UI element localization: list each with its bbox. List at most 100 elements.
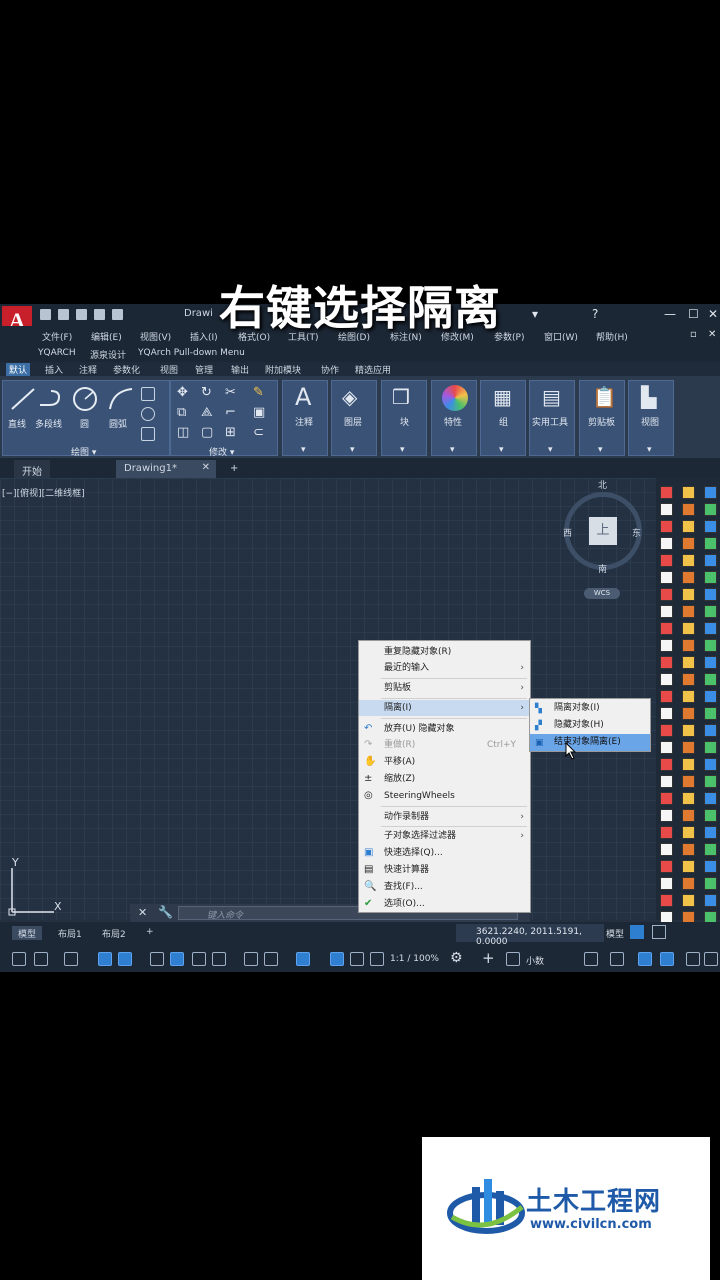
yqarch-tool-icon[interactable] [660, 843, 673, 856]
yqarch-tool-icon[interactable] [682, 741, 695, 754]
yqarch-tool-icon[interactable] [682, 571, 695, 584]
tab-output[interactable]: 输出 [228, 363, 252, 376]
viewcube-north[interactable]: 北 [598, 478, 607, 491]
yqarch-tool-icon[interactable] [682, 826, 695, 839]
yqarch-tool-icon[interactable] [704, 656, 717, 669]
yqarch-tool-icon[interactable] [704, 724, 717, 737]
explode-icon[interactable]: ▣ [253, 405, 265, 420]
submenu-item-isolate-objects[interactable]: ▚ 隔离对象(I) [530, 700, 650, 717]
menu-yqarch-pulldown[interactable]: YQArch Pull-down Menu [138, 348, 245, 358]
units-dropdown[interactable]: 小数 [526, 954, 544, 967]
ortho-icon[interactable] [64, 952, 78, 966]
coordinates-box[interactable]: 3621.2240, 2011.5191, 0.0000 [456, 924, 604, 947]
ellipse-icon[interactable] [141, 407, 155, 421]
yqarch-tool-icon[interactable] [682, 656, 695, 669]
lock-ui-icon[interactable] [610, 952, 624, 966]
transparency-icon[interactable] [212, 952, 226, 966]
yqarch-tool-icon[interactable] [660, 826, 673, 839]
yqarch-tool-icon[interactable] [682, 486, 695, 499]
scale-icon[interactable]: ▢ [201, 425, 213, 440]
yqarch-tool-icon[interactable] [682, 605, 695, 618]
viewcube-west[interactable]: 西 [563, 526, 572, 539]
yqarch-tool-icon[interactable] [682, 860, 695, 873]
yqarch-tool-icon[interactable] [704, 639, 717, 652]
yqarch-tool-icon[interactable] [704, 860, 717, 873]
view-panel[interactable]: ▙ 视图 ▾ [628, 380, 674, 456]
viewport-controls[interactable]: [−][俯视][二维线框] [2, 486, 85, 499]
clipboard-panel[interactable]: 📋 剪贴板 ▾ [579, 380, 625, 456]
yqarch-tool-icon[interactable] [704, 809, 717, 822]
scale-dropdown[interactable]: 1:1 / 100% [390, 954, 439, 964]
properties-panel[interactable]: 特性 ▾ [431, 380, 477, 456]
yqarch-tool-icon[interactable] [704, 571, 717, 584]
yqarch-tool-icon[interactable] [660, 741, 673, 754]
dynamic-ucs-icon[interactable] [296, 952, 310, 966]
tab-drawing1[interactable]: Drawing1* ✕ [116, 460, 216, 478]
yqarch-tool-icon[interactable] [682, 537, 695, 550]
tab-addins[interactable]: 附加模块 [262, 363, 304, 376]
infer-constraints-icon[interactable] [12, 952, 26, 966]
object-snap-tracking-icon[interactable] [150, 952, 164, 966]
yqarch-tool-icon[interactable] [682, 724, 695, 737]
viewcube-top-face[interactable]: 上 [589, 517, 617, 545]
yqarch-tool-icon[interactable] [682, 690, 695, 703]
yqarch-tool-icon[interactable] [660, 503, 673, 516]
menu-item-steeringwheels[interactable]: ◎ SteeringWheels [359, 788, 530, 804]
menu-item-isolate[interactable]: 隔离(I) › [359, 700, 530, 716]
gear-icon[interactable]: ⚙ [450, 950, 463, 966]
yqarch-tool-icon[interactable] [704, 741, 717, 754]
modify-panel-label[interactable]: 修改 ▾ [209, 445, 234, 458]
mirror-icon[interactable]: ⟁ [201, 405, 213, 420]
layout-tab-model[interactable]: 模型 [12, 926, 43, 940]
rectangle-icon[interactable] [141, 387, 155, 401]
isolate-objects-icon[interactable] [638, 952, 652, 966]
layers-panel[interactable]: ◈ 图层 ▾ [331, 380, 377, 456]
menu-item-recent-input[interactable]: 最近的输入 › [359, 660, 530, 676]
menu-item-repeat-hide[interactable]: 重复隐藏对象(R) [359, 644, 530, 660]
yqarch-tool-icon[interactable] [704, 690, 717, 703]
menu-item-options[interactable]: ✔ 选项(O)... [359, 896, 530, 912]
yqarch-tool-icon[interactable] [660, 520, 673, 533]
yqarch-tool-icon[interactable] [704, 554, 717, 567]
close-command-icon[interactable]: ✕ [138, 906, 147, 919]
viewcube-south[interactable]: 南 [598, 562, 607, 575]
viewcube-east[interactable]: 东 [632, 526, 641, 539]
wcs-menu[interactable]: WCS [584, 588, 620, 599]
menu-item-action-recorder[interactable]: 动作录制器 › [359, 809, 530, 825]
layout-tab-1[interactable]: 布局1 [52, 926, 88, 940]
quick-properties-icon[interactable] [584, 952, 598, 966]
group-panel[interactable]: ▦ 组 ▾ [480, 380, 526, 456]
yqarch-tool-icon[interactable] [682, 673, 695, 686]
tab-manage[interactable]: 管理 [192, 363, 216, 376]
tab-featured-apps[interactable]: 精选应用 [352, 363, 394, 376]
yqarch-tool-icon[interactable] [682, 503, 695, 516]
yqarch-tool-icon[interactable] [660, 554, 673, 567]
snap-icon[interactable] [652, 925, 666, 939]
yqarch-tool-icon[interactable] [682, 639, 695, 652]
yqarch-tool-icon[interactable] [660, 622, 673, 635]
menu-yuanquan[interactable]: 源泉设计 [90, 348, 126, 361]
yqarch-tool-icon[interactable] [660, 724, 673, 737]
new-tab-icon[interactable]: + [222, 460, 246, 478]
customize-icon[interactable]: 🔧 [158, 905, 173, 919]
yqarch-tool-icon[interactable] [660, 860, 673, 873]
yqarch-tool-icon[interactable] [660, 486, 673, 499]
circle-icon[interactable] [71, 385, 99, 413]
tab-parametric[interactable]: 参数化 [110, 363, 143, 376]
yqarch-tool-icon[interactable] [660, 809, 673, 822]
yqarch-tool-icon[interactable] [660, 775, 673, 788]
move-icon[interactable]: ✥ [177, 385, 188, 400]
yqarch-tool-icon[interactable] [682, 554, 695, 567]
yqarch-tool-icon[interactable] [704, 537, 717, 550]
yqarch-tool-icon[interactable] [682, 758, 695, 771]
customization-icon[interactable] [704, 952, 718, 966]
yqarch-tool-icon[interactable] [682, 877, 695, 890]
yqarch-tool-icon[interactable] [660, 707, 673, 720]
yqarch-tool-icon[interactable] [682, 707, 695, 720]
submenu-item-hide-objects[interactable]: ▞ 隐藏对象(H) [530, 717, 650, 734]
yqarch-tool-icon[interactable] [660, 758, 673, 771]
yqarch-tool-icon[interactable] [660, 877, 673, 890]
array-icon[interactable]: ⊞ [225, 425, 236, 440]
menu-item-undo[interactable]: ↶ 放弃(U) 隐藏对象 [359, 721, 530, 737]
offset-icon[interactable]: ⊂ [253, 425, 264, 440]
